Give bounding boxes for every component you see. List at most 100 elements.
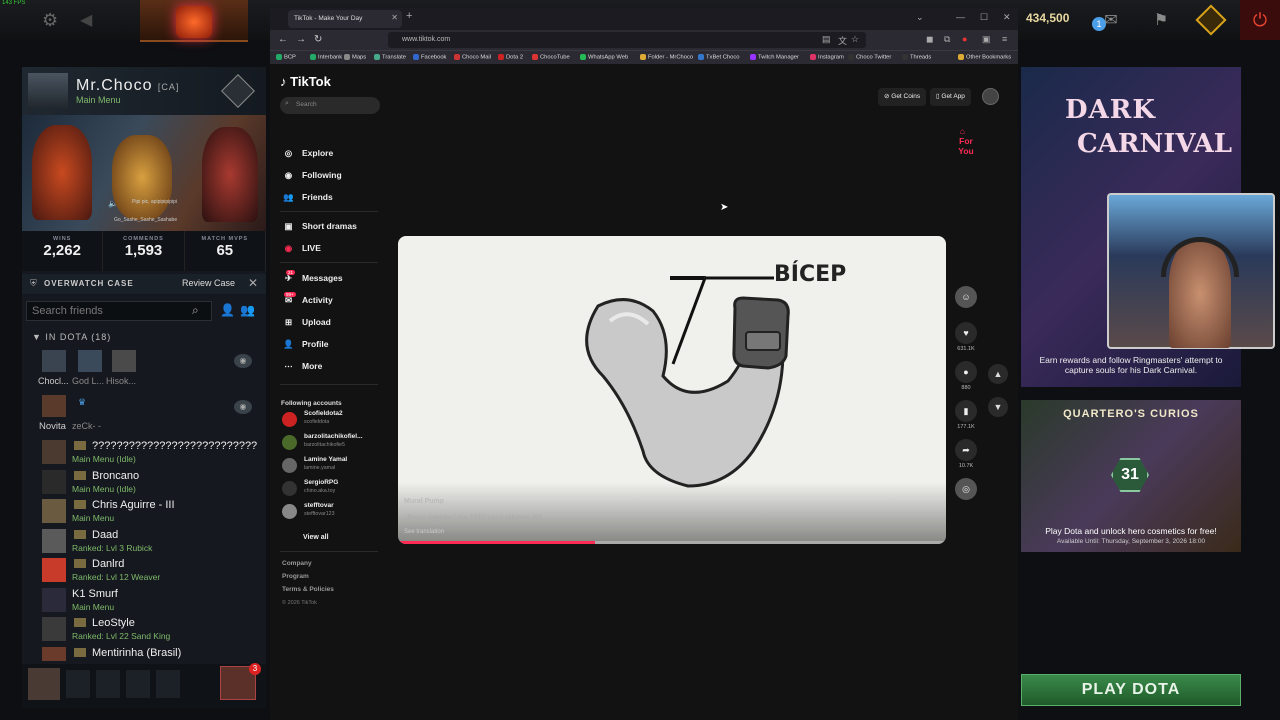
friend-row[interactable]: K1 Smurf Main Menu [42,588,252,616]
nav-short-dramas[interactable]: ▣ Short dramas [282,221,356,239]
friend-row[interactable]: Mentirinha (Brasil) [42,647,252,661]
see-translation-link[interactable]: See translation [404,529,444,535]
extension-icon[interactable]: ● [962,34,967,44]
profile-header[interactable]: Mr.Choco [CA] Main Menu [22,67,266,115]
in-dota-header[interactable]: ▼ IN DOTA (18) [32,332,111,342]
reload-icon[interactable]: ↻ [314,34,322,45]
party-slot[interactable] [96,670,120,698]
play-dota-button[interactable]: PLAY DOTA [1021,674,1241,706]
view-all-link[interactable]: View all [303,534,329,541]
video-progress-bar[interactable] [398,541,946,544]
footer-company[interactable]: Company [282,560,312,567]
creator-avatar[interactable]: ☺ [954,286,978,308]
bookmark-item[interactable]: Instagram [810,54,844,61]
bookmark-item[interactable]: Interbank [310,54,342,61]
bookmark-item[interactable]: Translate [374,54,406,61]
music-disc[interactable]: ◎ [954,478,978,500]
search-input[interactable]: ⌕ Search [280,97,380,114]
like-button[interactable]: ♥ 631.1K [954,322,978,352]
account-item[interactable]: Lamine Yamal lamine.yamal [282,456,382,478]
nav-upload[interactable]: ⊞ Upload [282,317,331,335]
bookmark-item[interactable]: Facebook [413,54,446,61]
bookmark-item[interactable]: ChocoTube [532,54,570,61]
party-avatar[interactable] [42,350,66,372]
share-button[interactable]: ➦ 10.7K [954,439,978,469]
bookmark-item[interactable]: Folder - MrChoco [640,54,693,61]
save-button[interactable]: ▮ 177.1K [954,400,978,430]
search-friends-input[interactable]: Search friends [26,301,212,321]
nav-for-you[interactable]: ⌂For You [954,126,978,156]
maximize-icon[interactable]: ☐ [980,12,988,23]
next-video-button[interactable]: ▼ [988,397,1008,417]
footer-terms[interactable]: Terms & Policies [282,586,334,593]
nav-live[interactable]: ◉ LIVE [282,243,321,261]
bookmark-item[interactable]: WhatsApp Web [580,54,628,61]
close-icon[interactable]: ✕ [248,276,258,290]
profile-icon[interactable]: ▣ [982,34,991,45]
bookmark-star-icon[interactable]: ☆ [851,34,859,45]
new-tab-icon[interactable]: + [406,10,412,22]
minimize-icon[interactable]: — [956,12,965,22]
bookmark-item[interactable]: Threads [902,54,931,61]
nav-friends[interactable]: 👥 Friends [282,192,333,210]
account-item[interactable]: SergioRPG chino.aka.toy [282,479,382,501]
nav-more[interactable]: ⋯ More [282,361,322,379]
nav-explore[interactable]: ◎ Explore [282,148,333,166]
back-icon[interactable]: ← [278,34,288,45]
tab-list-icon[interactable]: ⌄ [916,12,924,23]
comment-button[interactable]: ● 880 [954,361,978,391]
menu-icon[interactable]: ≡ [1002,34,1007,44]
add-friend-icon[interactable]: 👤 [220,303,235,317]
reader-icon[interactable]: ▤ [822,34,831,45]
get-coins-button[interactable]: ⊘ Get Coins [878,88,927,106]
back-icon[interactable]: ◀ [80,10,92,30]
bookmark-item[interactable]: Choco Mail [454,54,491,61]
bookmark-item[interactable]: BCP [276,54,296,61]
mail-icon[interactable]: ✉ [1100,10,1122,30]
get-app-button[interactable]: ▯ Get App [930,88,971,106]
extension-icon[interactable]: ⧉ [944,34,950,45]
account-item[interactable]: barzolitachikofiel... barzolitachikofie5 [282,433,382,455]
gear-icon[interactable]: ⚙ [42,10,62,30]
plus-icon[interactable] [1195,4,1227,36]
nav-profile[interactable]: 👤 Profile [282,339,328,357]
bookmark-item[interactable]: TxBet Choco [698,54,740,61]
quarteros-curios-panel[interactable]: QUARTERO'S CURIOS 31 Play Dota and unloc… [1021,400,1241,552]
account-item[interactable]: stefftovar stefftovar123 [282,502,382,524]
avatar[interactable] [28,668,60,700]
video-author[interactable]: Mural Pump [404,498,444,505]
bookmark-item[interactable]: Choco Twitter [848,54,891,61]
bookmark-item[interactable]: Other Bookmarks [958,54,1011,61]
footer-program[interactable]: Program [282,573,309,580]
previous-video-button[interactable]: ▲ [988,364,1008,384]
spectate-eye-icon[interactable]: ◉ [234,354,252,368]
chat-button[interactable]: 3 [220,663,261,700]
url-bar[interactable]: www.tiktok.com [388,32,866,48]
friend-row[interactable]: Daad Ranked: Lvl 3 Rubick [42,529,252,557]
video-player[interactable]: BÍCEP Mural Pump ¿Brazos delgados? Haz E… [398,236,946,544]
forward-icon[interactable]: → [296,34,306,45]
tiktok-logo[interactable]: ♪ TikTok [280,74,331,89]
friend-row[interactable]: Chris Aguirre - III Main Menu [42,499,252,527]
nav-activity[interactable]: ✉ Activity [282,295,333,313]
bookmark-item[interactable]: Dota 2 [498,54,523,61]
extension-icon[interactable]: ◼ [926,34,933,45]
search-icon[interactable]: ⌕ [192,303,199,318]
avatar[interactable] [982,88,999,105]
close-window-icon[interactable]: ✕ [1003,12,1011,23]
party-slot[interactable] [126,670,150,698]
friends-list-icon[interactable]: 👥 [240,303,255,317]
close-tab-icon[interactable]: ✕ [391,13,398,22]
bookmark-item[interactable]: Maps [344,54,366,61]
avatar[interactable] [28,73,68,109]
friend-row[interactable]: Danlrd Ranked: Lvl 12 Weaver [42,558,252,586]
party-avatar[interactable] [42,395,66,417]
tab-tiktok[interactable]: TikTok - Make Your Day ✕ [288,10,402,28]
account-item[interactable]: Scofieldota2 scofieldota [282,410,382,432]
armory-icon[interactable]: ⚑ [1150,10,1172,30]
speaker-icon[interactable]: 🔈 [108,199,118,208]
translate-icon[interactable]: 文 [838,34,847,47]
power-icon[interactable]: ⏻ [1240,0,1280,40]
friend-row[interactable]: ??????????????????????????? Main Menu (Id… [42,440,257,468]
nav-messages[interactable]: ✈ Messages [282,273,343,291]
